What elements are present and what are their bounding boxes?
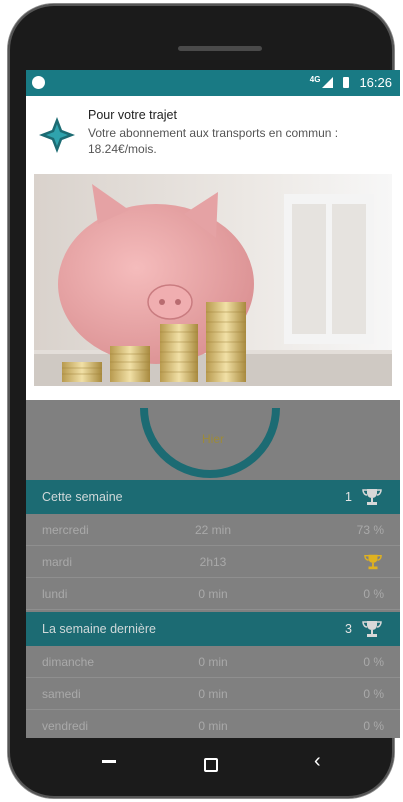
notification-text: Votre abonnement aux transports en commu… — [88, 126, 339, 156]
row-duration: 2h13 — [199, 555, 227, 569]
notification-dot-icon — [32, 76, 45, 89]
row-duration: 22 min — [194, 523, 232, 537]
section-rank: 3 — [345, 622, 352, 636]
section-header-this-week[interactable]: Cette semaine 1 — [26, 480, 400, 514]
screen: 4G 16:26 Hier Cette semaine 1 mercredi 2… — [26, 70, 400, 738]
table-row[interactable]: samedi 0 min 0 % — [26, 678, 400, 710]
table-row[interactable]: vendredi 0 min 0 % — [26, 710, 400, 738]
row-percent: 0 % — [363, 655, 384, 669]
row-duration: 0 min — [198, 719, 228, 733]
gauge-label: Hier — [201, 432, 224, 446]
row-percent: 0 % — [363, 587, 384, 601]
row-percent: 73 % — [356, 523, 384, 537]
clock: 16:26 — [359, 75, 392, 90]
table-row[interactable]: mardi 2h13 — [26, 546, 400, 578]
signal-icon — [322, 77, 334, 88]
phone-speaker — [178, 46, 262, 51]
battery-icon — [343, 77, 350, 88]
app-logo-icon — [38, 116, 76, 154]
section-label: Cette semaine — [42, 490, 123, 504]
row-duration: 0 min — [198, 687, 228, 701]
table-row[interactable]: dimanche 0 min 0 % — [26, 646, 400, 678]
section-label: La semaine dernière — [42, 622, 156, 636]
home-icon[interactable] — [204, 758, 218, 772]
system-nav-bar: ‹ — [26, 738, 400, 798]
notification-card[interactable]: Pour votre trajet Votre abonnement aux t… — [26, 96, 400, 400]
table-row[interactable]: lundi 0 min 0 % — [26, 578, 400, 610]
row-percent: 0 % — [363, 719, 384, 733]
trophy-icon — [364, 553, 382, 574]
status-bar: 4G 16:26 — [26, 70, 400, 96]
row-percent: 0 % — [363, 687, 384, 701]
status-indicators: 4G 16:26 — [310, 75, 392, 90]
notification-title: Pour votre trajet — [88, 108, 177, 122]
row-duration: 0 min — [198, 655, 228, 669]
piggy-bank-image — [34, 174, 392, 386]
section-header-last-week[interactable]: La semaine dernière 3 — [26, 612, 400, 646]
network-type: 4G — [309, 75, 321, 84]
back-icon[interactable] — [102, 760, 116, 763]
section-rank: 1 — [345, 490, 352, 504]
trophy-icon — [362, 488, 382, 509]
recent-apps-icon[interactable]: ‹ — [314, 750, 321, 773]
trophy-icon — [362, 620, 382, 641]
table-row[interactable]: mercredi 22 min 73 % — [26, 514, 400, 546]
row-duration: 0 min — [198, 587, 228, 601]
